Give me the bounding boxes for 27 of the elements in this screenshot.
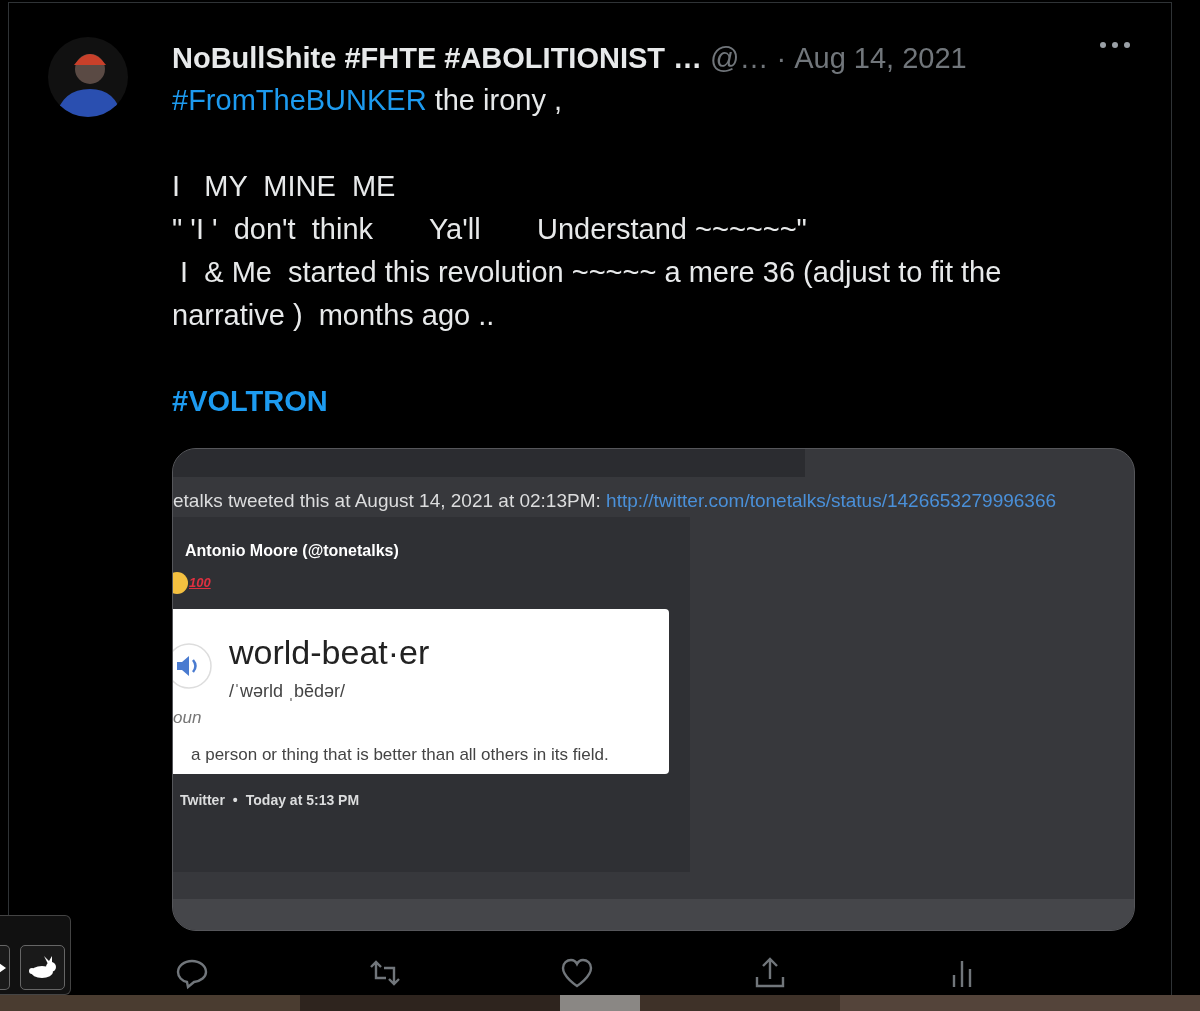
tweet-text: I MY MINE ME [172,168,397,204]
author-name[interactable]: NoBullShite #FHTE #ABOLITIONIST … [172,37,703,81]
embed-author: Antonio Moore (@tonetalks) [184,540,400,561]
part-of-speech: oun [173,706,203,729]
separator: · [776,41,787,76]
rabbit-button[interactable] [20,945,65,990]
footer-time: Today at 5:13 PM [245,791,360,810]
definition: a person or thing that is better than all others in its field. [190,744,610,766]
hashtag-link[interactable]: #VOLTRON [172,384,328,417]
rabbit-icon [26,954,59,981]
embedded-image[interactable] [172,447,1135,931]
hashtag-link[interactable]: #FromTheBUNKER [172,83,427,116]
emoji-text: 100 [189,573,211,592]
tweeted-text: etalks tweeted this at August 14, 2021 at 02:13PM: [173,489,602,511]
more-icon[interactable] [1099,41,1131,49]
emoji-icon [173,570,189,595]
pronunciation: /ˈwərld ˌbēdər/ [229,679,347,703]
tweet-text: the irony , [433,83,563,116]
tweet-text: " 'I ' don't think Ya'll Understand ~~~~~~" [172,211,808,247]
status-link[interactable]: http://twitter.com/tonetalks/status/1426653279996366 [606,489,1057,511]
footer-source: Twitter [180,791,225,810]
handle[interactable]: @… [710,37,769,81]
speaker-icon[interactable] [173,641,213,690]
tweet-text: I & Me started this revolution ~~~~~ a mere 36 (adjust to fit the narrative ) months ago .. [172,254,1003,333]
footer-dot: • [232,791,238,810]
date-link[interactable]: Aug 14, 2021 [794,37,967,81]
dictionary-word: world-beat·er [229,631,430,673]
